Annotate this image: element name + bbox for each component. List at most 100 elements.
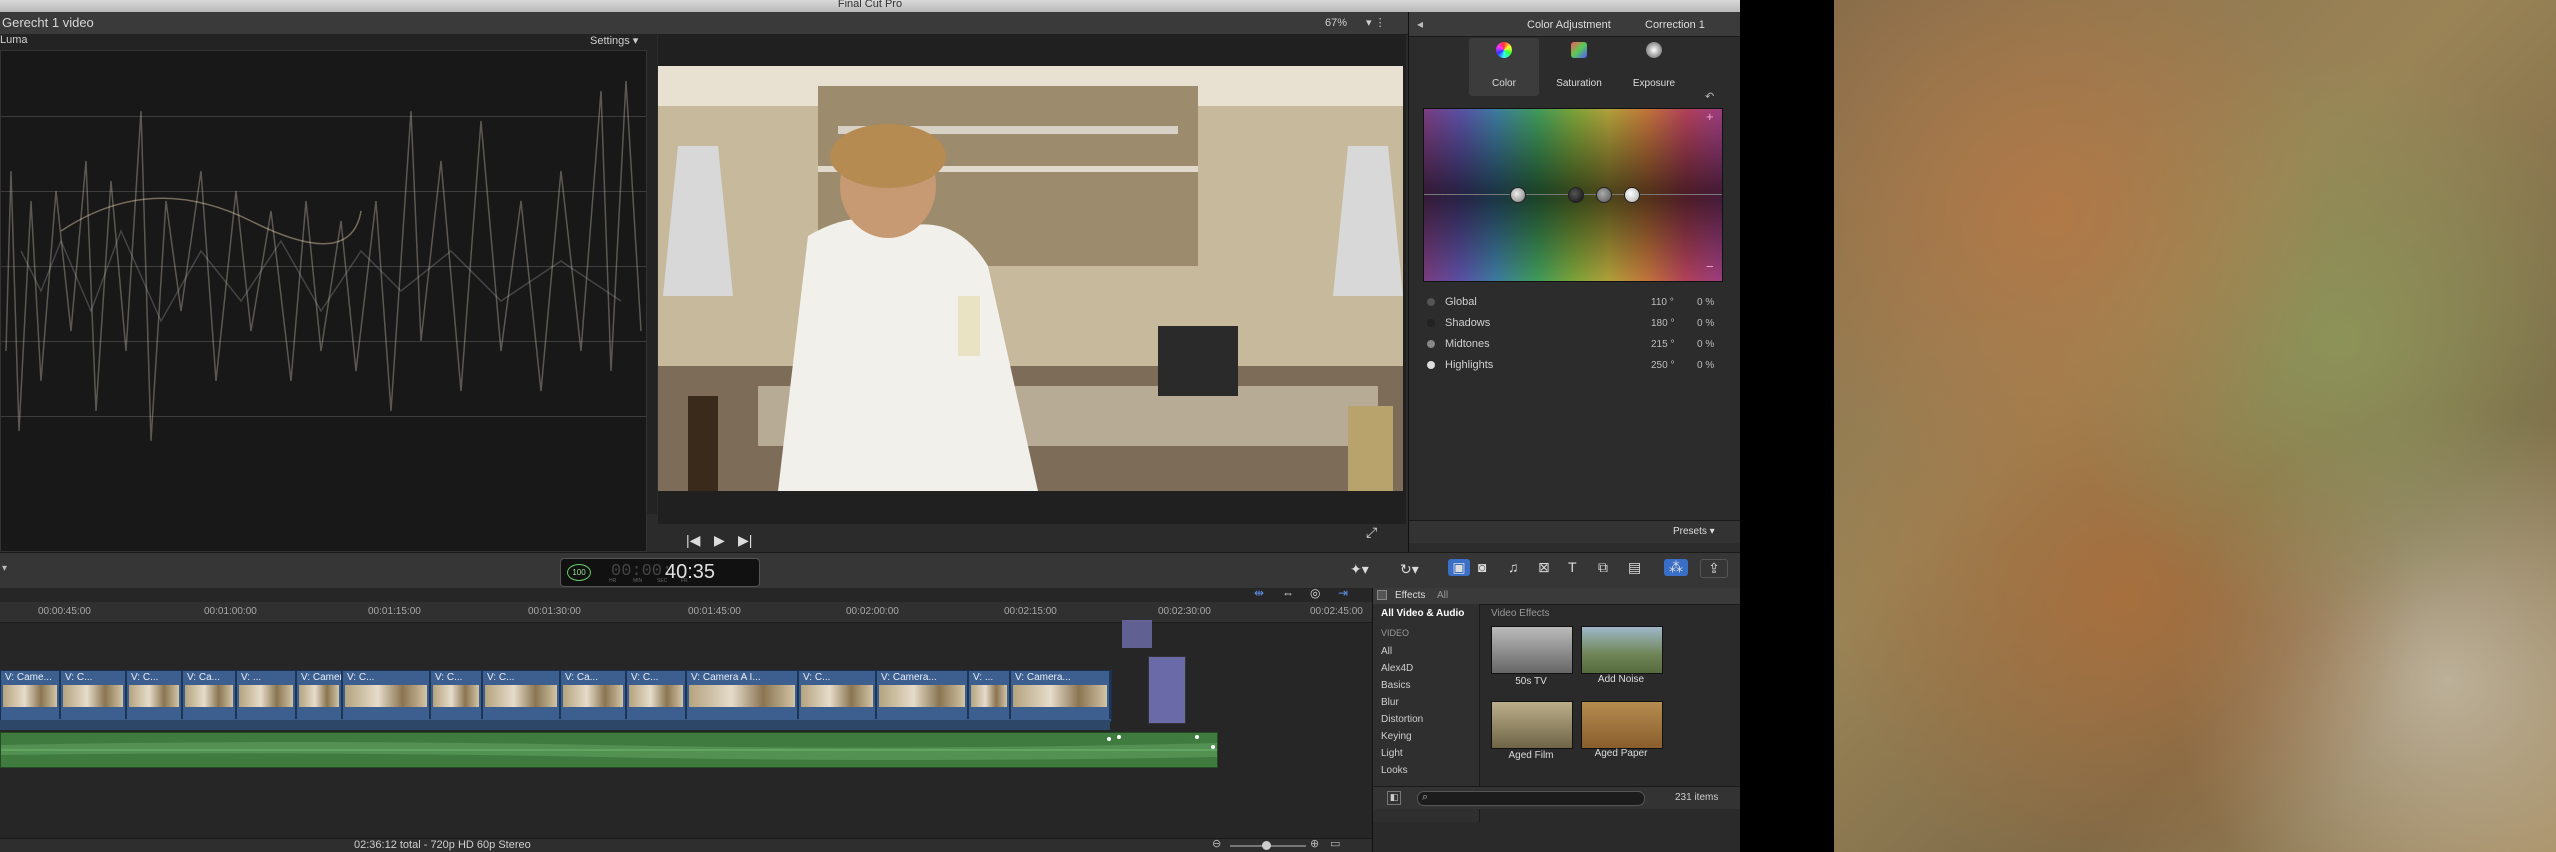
chevron-down-icon[interactable]: ▾ [2,563,7,574]
effect-tile-add-noise[interactable] [1581,626,1663,674]
row-shadows[interactable]: Shadows 180 ° 0 % [1423,317,1723,333]
category-item[interactable]: All [1381,646,1392,657]
tab-color[interactable]: Color [1469,38,1539,96]
play-icon[interactable]: ▶ [714,532,725,549]
ruler-tick: 00:02:15:00 [1004,606,1057,617]
effects-filter[interactable]: All [1437,590,1448,601]
sidebar-toggle-icon[interactable]: ◧ [1387,791,1401,805]
close-icon[interactable] [1377,590,1387,600]
window-title-bar: Final Cut Pro [0,0,1740,12]
back-icon[interactable]: ◂ [1417,17,1423,31]
ruler-tick: 00:02:30:00 [1158,606,1211,617]
effect-tile-aged-film[interactable] [1491,701,1573,749]
timeline-clip[interactable]: V: Camera... [297,671,343,719]
timeline-clip[interactable]: V: ... [237,671,297,719]
scope-settings-button[interactable]: Settings ▾ [590,34,638,47]
category-item[interactable]: Basics [1381,680,1410,691]
category-item[interactable]: Blur [1381,697,1399,708]
waveform-display [0,50,647,552]
tools-icon[interactable]: ✦▾ [1350,561,1369,578]
timeline-clip[interactable]: V: Camera... [1011,671,1111,719]
timeline[interactable]: ⇹ ⇔ ◎ ⇥ 00:00:45:00 00:01:00:00 00:01:15… [0,586,1372,840]
dashboard-timecode[interactable]: 100 00:00: 40:35 HR MIN SEC FR [560,558,760,587]
color-board[interactable]: + − [1423,108,1723,282]
timeline-clip[interactable]: V: Camera A I... [687,671,799,719]
toolbar: ▾ 100 00:00: 40:35 HR MIN SEC FR ✦▾ ↻▾ ▣… [0,552,1740,590]
shadows-puck[interactable] [1568,187,1584,203]
timeline-clip[interactable]: V: C... [799,671,877,719]
timeline-clip[interactable]: V: C... [127,671,183,719]
timeline-clip[interactable]: V: Ca... [561,671,627,719]
themes-icon[interactable]: ▤ [1628,559,1641,576]
timeline-clip[interactable]: V: C... [627,671,687,719]
timeline-clip[interactable]: V: C... [61,671,127,719]
zoom-in-icon[interactable]: ⊕ [1310,837,1319,850]
reset-icon[interactable]: ↶ [1705,90,1714,103]
retime-icon[interactable]: ↻▾ [1400,561,1419,578]
tab-color-label: Color [1492,78,1516,89]
zoom-slider-thumb[interactable] [1262,841,1271,850]
midtones-puck[interactable] [1596,187,1612,203]
effects-browser-icon[interactable]: ⁂ [1664,559,1688,576]
waveform-trace [5,80,642,442]
search-icon: ⌕ [1422,791,1429,803]
timeline-clip[interactable]: V: Ca... [183,671,237,719]
music-icon[interactable]: ♫ [1508,559,1519,575]
transitions-icon[interactable]: ⊠ [1538,559,1550,576]
zoom-level[interactable]: 67% [1325,17,1347,29]
presets-button[interactable]: Presets ▾ [1673,526,1715,537]
correction-selector[interactable]: Correction 1 [1645,19,1705,31]
connected-clip[interactable] [1122,620,1152,648]
generators-icon[interactable]: ⧉ [1598,559,1608,576]
highlights-puck[interactable] [1624,187,1640,203]
category-item[interactable]: Keying [1381,731,1412,742]
category-all-video-audio[interactable]: All Video & Audio [1381,608,1464,619]
timecode-value: 40:35 [665,561,716,583]
category-item[interactable]: Looks [1381,765,1408,776]
clip-appearance-icon[interactable]: ⇹ [1254,586,1264,600]
video-frame-chef-in-kitchen[interactable] [658,66,1403,491]
color-inspector: ◂ Color Adjustment Correction 1 Color Sa… [1408,12,1740,552]
effect-tile-aged-paper[interactable] [1581,701,1663,749]
timeline-clip[interactable]: V: ... [969,671,1011,719]
row-global[interactable]: Global 110 ° 0 % [1423,296,1723,312]
effect-tile-50s-tv[interactable] [1491,626,1573,674]
inspector-title: Color Adjustment [1527,19,1611,31]
fullscreen-icon[interactable]: ⤢ [1366,524,1377,541]
share-icon[interactable]: ⇪ [1700,559,1728,578]
zoom-slider[interactable]: ⊖ ⊕ ▭ [1212,837,1342,851]
next-frame-icon[interactable]: ▶| [738,532,752,549]
timeline-clip[interactable]: V: Camera... [877,671,969,719]
category-item[interactable]: Distortion [1381,714,1423,725]
zoom-out-icon[interactable]: ⊖ [1212,837,1221,850]
category-item[interactable]: Alex4D [1381,663,1413,674]
timeline-ruler[interactable]: 00:00:45:00 00:01:00:00 00:01:15:00 00:0… [0,602,1372,623]
photo-icon[interactable]: ◙ [1478,559,1486,575]
timeline-clip[interactable]: V: C... [483,671,561,719]
audio-skimming-icon[interactable]: ⇔ [1282,586,1294,600]
solo-icon[interactable]: ◎ [1310,586,1320,600]
row-label: Midtones [1445,338,1490,350]
previous-frame-icon[interactable]: |◀ [686,532,700,549]
browser-toggle-icon[interactable]: ▣ [1448,559,1470,576]
tab-exposure[interactable]: Exposure [1619,38,1689,96]
titles-icon[interactable]: T [1568,559,1577,575]
timeline-clip[interactable]: V: C... [343,671,431,719]
desktop-background-photo [1834,0,2556,852]
timeline-clip[interactable]: V: Came... [1,671,61,719]
viewer-options-icon[interactable]: ▾ ⋮ [1366,16,1386,29]
snapping-icon[interactable]: ⇥ [1338,586,1348,600]
clip-view-icon[interactable]: ▭ [1330,837,1340,850]
connected-clip-purple[interactable] [1148,656,1186,724]
tab-saturation[interactable]: Saturation [1544,38,1614,96]
row-highlights[interactable]: Highlights 250 ° 0 % [1423,359,1723,375]
timeline-clip[interactable]: V: C... [431,671,483,719]
clip-label: V: Camera A I... [691,672,761,683]
effects-search-input[interactable]: ⌕ [1417,791,1645,806]
category-item[interactable]: Light [1381,748,1403,759]
row-midtones[interactable]: Midtones 215 ° 0 % [1423,338,1723,354]
primary-storyline[interactable]: V: Came... V: C... V: C... V: Ca... V: .… [0,670,1112,722]
global-puck[interactable] [1510,187,1526,203]
minus-icon: − [1706,259,1714,274]
music-audio-track[interactable] [0,732,1218,768]
